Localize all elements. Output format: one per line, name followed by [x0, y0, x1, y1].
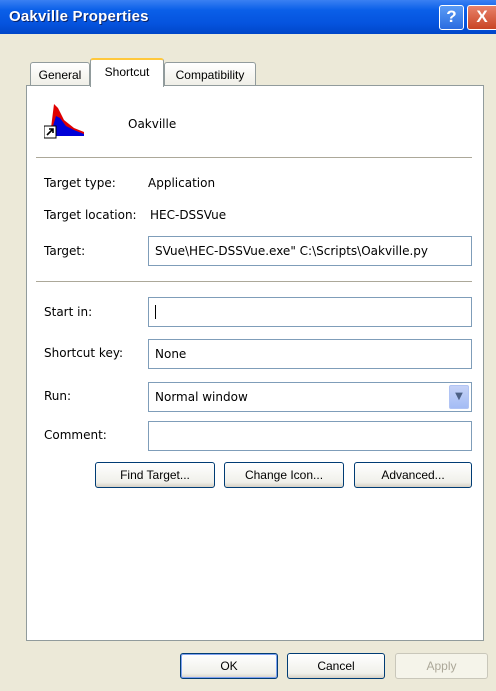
chart-shortcut-icon — [44, 104, 84, 139]
help-icon: ? — [446, 7, 457, 26]
run-select[interactable]: Normal window ▼ — [148, 382, 472, 412]
start-in-label: Start in: — [44, 305, 93, 319]
shortcut-name: Oakville — [128, 117, 177, 131]
close-icon: X — [476, 7, 488, 26]
target-location-value: HEC-DSSVue — [150, 208, 227, 222]
target-input[interactable]: SVue\HEC-DSSVue.exe" C:\Scripts\Oakville… — [148, 236, 472, 266]
target-location-label: Target location: — [44, 208, 137, 222]
target-input-value: SVue\HEC-DSSVue.exe" C:\Scripts\Oakville… — [155, 244, 428, 258]
change-icon-button[interactable]: Change Icon... — [224, 462, 344, 488]
properties-dialog: Oakville Properties ? X General Shortcut… — [0, 0, 496, 691]
target-type-value: Application — [148, 176, 216, 190]
run-select-value: Normal window — [155, 390, 248, 404]
window-title: Oakville Properties — [9, 8, 149, 25]
cancel-button[interactable]: Cancel — [287, 653, 385, 679]
text-caret — [155, 305, 156, 319]
title-bar[interactable]: Oakville Properties ? X — [0, 0, 496, 34]
target-type-label: Target type: — [44, 176, 116, 190]
shortcut-key-label: Shortcut key: — [44, 346, 124, 360]
separator — [36, 281, 472, 283]
find-target-button[interactable]: Find Target... — [95, 462, 215, 488]
target-label: Target: — [44, 244, 86, 258]
apply-button[interactable]: Apply — [395, 653, 488, 679]
help-button[interactable]: ? — [439, 5, 464, 30]
comment-label: Comment: — [44, 428, 107, 442]
close-button[interactable]: X — [467, 5, 496, 30]
ok-button[interactable]: OK — [180, 653, 278, 679]
tab-general[interactable]: General — [30, 62, 90, 86]
shortcut-key-input[interactable]: None — [148, 339, 472, 369]
run-label: Run: — [44, 389, 72, 403]
tab-shortcut[interactable]: Shortcut — [90, 58, 164, 87]
advanced-button[interactable]: Advanced... — [354, 462, 472, 488]
tab-compatibility[interactable]: Compatibility — [164, 62, 256, 86]
shortcut-key-value: None — [155, 347, 187, 361]
start-in-input[interactable] — [148, 297, 472, 327]
comment-input[interactable] — [148, 421, 472, 451]
chevron-down-icon[interactable]: ▼ — [449, 385, 469, 409]
separator — [36, 157, 472, 159]
